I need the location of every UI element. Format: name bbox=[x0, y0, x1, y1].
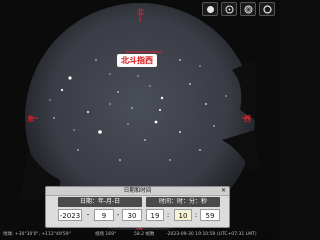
view-toolbar bbox=[202, 2, 275, 16]
ring-button[interactable] bbox=[259, 2, 275, 16]
compass-west: 西 bbox=[244, 114, 251, 123]
filled-circle-button[interactable] bbox=[202, 2, 218, 16]
star bbox=[98, 130, 102, 134]
filled-circle-icon bbox=[206, 5, 214, 13]
star bbox=[60, 88, 64, 92]
star bbox=[49, 99, 51, 101]
time-separator: : bbox=[166, 211, 170, 219]
day-field[interactable]: 30 bbox=[122, 209, 142, 221]
sky-object-label: 北斗指西 bbox=[117, 54, 157, 67]
star bbox=[205, 103, 207, 105]
star bbox=[131, 107, 133, 109]
star bbox=[189, 83, 191, 85]
date-separator: - bbox=[86, 211, 90, 219]
time-header: 时间：时：分：秒 bbox=[146, 197, 220, 207]
hour-field[interactable]: 19 bbox=[146, 209, 164, 221]
status-fov: 视场 169° bbox=[95, 232, 117, 237]
star bbox=[179, 59, 181, 61]
status-datetime: -2023-09-30 19:10:59 (UTC+07:31 LMT) bbox=[166, 232, 257, 237]
date-time-dialog: 日期和时间 ✕ 日期：年-月-日 时间：时：分：秒 -2023 - 9 - 30… bbox=[45, 186, 230, 228]
star bbox=[117, 91, 119, 93]
dialog-title-bar[interactable]: 日期和时间 ✕ bbox=[46, 187, 229, 196]
star bbox=[149, 85, 151, 87]
compass-north: 北 bbox=[137, 7, 144, 16]
date-header: 日期：年-月-日 bbox=[58, 197, 142, 207]
year-field[interactable]: -2023 bbox=[58, 209, 82, 221]
date-separator: - bbox=[116, 211, 120, 219]
star bbox=[109, 103, 111, 105]
second-field[interactable]: 59 bbox=[200, 209, 220, 221]
star bbox=[95, 59, 97, 61]
ring-icon bbox=[262, 4, 272, 14]
star bbox=[160, 96, 164, 100]
star bbox=[87, 111, 89, 113]
status-fps: 58.2 帧数 bbox=[134, 232, 155, 237]
minute-field[interactable]: 10 bbox=[174, 209, 192, 221]
status-bar: 地球, +30°30'0", +112°49'59" 视场 169° 58.2 … bbox=[0, 230, 279, 240]
star bbox=[199, 149, 201, 151]
star bbox=[127, 123, 129, 125]
star bbox=[225, 95, 227, 97]
star bbox=[154, 120, 158, 124]
star bbox=[199, 65, 201, 67]
star bbox=[109, 73, 111, 75]
star bbox=[213, 125, 215, 127]
star bbox=[77, 149, 79, 151]
star bbox=[144, 139, 146, 141]
close-icon[interactable]: ✕ bbox=[220, 187, 227, 194]
time-separator: : bbox=[194, 211, 198, 219]
target-button[interactable] bbox=[240, 2, 256, 16]
month-field[interactable]: 9 bbox=[94, 209, 114, 221]
star bbox=[169, 159, 171, 161]
star bbox=[73, 129, 75, 131]
target-icon bbox=[244, 5, 252, 13]
dialog-title: 日期和时间 bbox=[123, 188, 152, 194]
star bbox=[179, 131, 181, 133]
circle-dot-icon bbox=[225, 5, 233, 13]
star bbox=[119, 159, 121, 161]
status-location: 地球, +30°30'0", +112°49'59" bbox=[3, 232, 71, 237]
star bbox=[159, 109, 161, 111]
star bbox=[53, 117, 55, 119]
star bbox=[137, 75, 139, 77]
star bbox=[68, 76, 72, 80]
circle-dot-button[interactable] bbox=[221, 2, 237, 16]
compass-east: 东 bbox=[27, 114, 34, 123]
